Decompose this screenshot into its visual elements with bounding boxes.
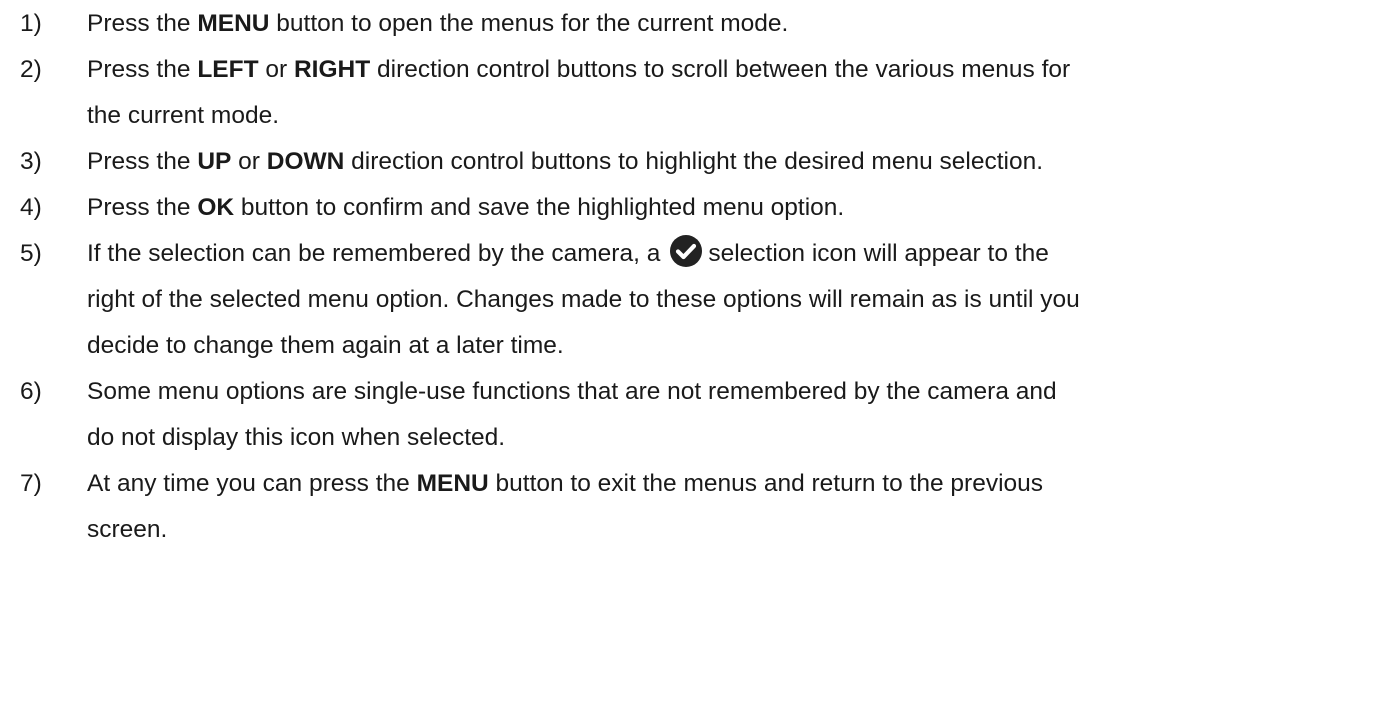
step-line: Some menu options are single-use functio… — [87, 369, 1369, 415]
step-number: 5) — [20, 240, 42, 267]
step-text: direction control buttons to scroll betw… — [370, 56, 1071, 83]
step-text: At any time you can press the — [87, 470, 417, 497]
step-number: 2) — [20, 56, 42, 83]
step-number: 3) — [20, 148, 42, 175]
step-text: or — [231, 148, 267, 175]
list-item: 7) At any time you can press the MENU but… — [0, 461, 1369, 553]
step-number: 7) — [20, 470, 42, 497]
step-line: do not display this icon when selected. — [87, 415, 1369, 461]
step-text: right of the selected menu option. Chang… — [87, 286, 1080, 313]
step-text: button to exit the menus and return to t… — [488, 470, 1044, 497]
list-item: 6) Some menu options are single-use funct… — [0, 369, 1369, 461]
list-item: 4) Press the OK button to confirm and sav… — [0, 185, 1369, 231]
step-text: direction control buttons to highlight t… — [344, 148, 1044, 175]
step-line: Press the OK button to confirm and save … — [87, 185, 1369, 231]
step-number: 1) — [20, 10, 42, 37]
button-name-text: UP — [197, 148, 232, 175]
instruction-list: 1) Press the MENU button to open the menu… — [0, 1, 1382, 553]
button-name-text: RIGHT — [293, 56, 371, 83]
list-item: 2) Press the LEFT or RIGHT direction cont… — [0, 47, 1369, 139]
step-number: 6) — [20, 378, 42, 405]
step-text: Press the — [87, 148, 198, 175]
step-text: Press the — [87, 194, 198, 221]
button-name-text: MENU — [416, 470, 489, 497]
step-line: right of the selected menu option. Chang… — [87, 277, 1369, 323]
step-line: Press the UP or DOWN direction control b… — [87, 139, 1369, 185]
step-text: Press the — [87, 10, 198, 37]
step-text: button to confirm and save the highlight… — [234, 194, 845, 221]
step-text: selection icon will appear to the — [708, 240, 1049, 267]
step-text: or — [258, 56, 294, 83]
step-text: button to open the menus for the current… — [269, 10, 789, 37]
step-text: Press the — [87, 56, 198, 83]
step-text: decide to change them again at a later t… — [87, 332, 564, 359]
step-line: screen. — [87, 507, 1369, 553]
step-text: do not display this icon when selected. — [87, 424, 506, 451]
step-number: 4) — [20, 194, 42, 221]
check-circle-icon — [669, 234, 703, 268]
step-text: the current mode. — [87, 102, 280, 129]
step-text: If the selection can be remembered by th… — [87, 240, 661, 267]
step-line: At any time you can press the MENU butto… — [87, 461, 1369, 507]
step-text: Some menu options are single-use functio… — [87, 378, 1057, 405]
button-name-text: LEFT — [197, 56, 259, 83]
list-item: 3) Press the UP or DOWN direction control… — [0, 139, 1369, 185]
button-name-text: DOWN — [266, 148, 345, 175]
step-line: If the selection can be remembered by th… — [87, 231, 1369, 277]
button-name-text: OK — [197, 194, 235, 221]
list-item: 5) If the selection can be remembered by … — [0, 231, 1369, 369]
step-line: Press the MENU button to open the menus … — [87, 1, 1369, 47]
step-line: decide to change them again at a later t… — [87, 323, 1369, 369]
list-item: 1) Press the MENU button to open the menu… — [0, 1, 1369, 47]
button-name-text: MENU — [197, 10, 270, 37]
step-line: the current mode. — [87, 93, 1369, 139]
step-line: Press the LEFT or RIGHT direction contro… — [87, 47, 1369, 93]
step-text: screen. — [87, 516, 168, 543]
